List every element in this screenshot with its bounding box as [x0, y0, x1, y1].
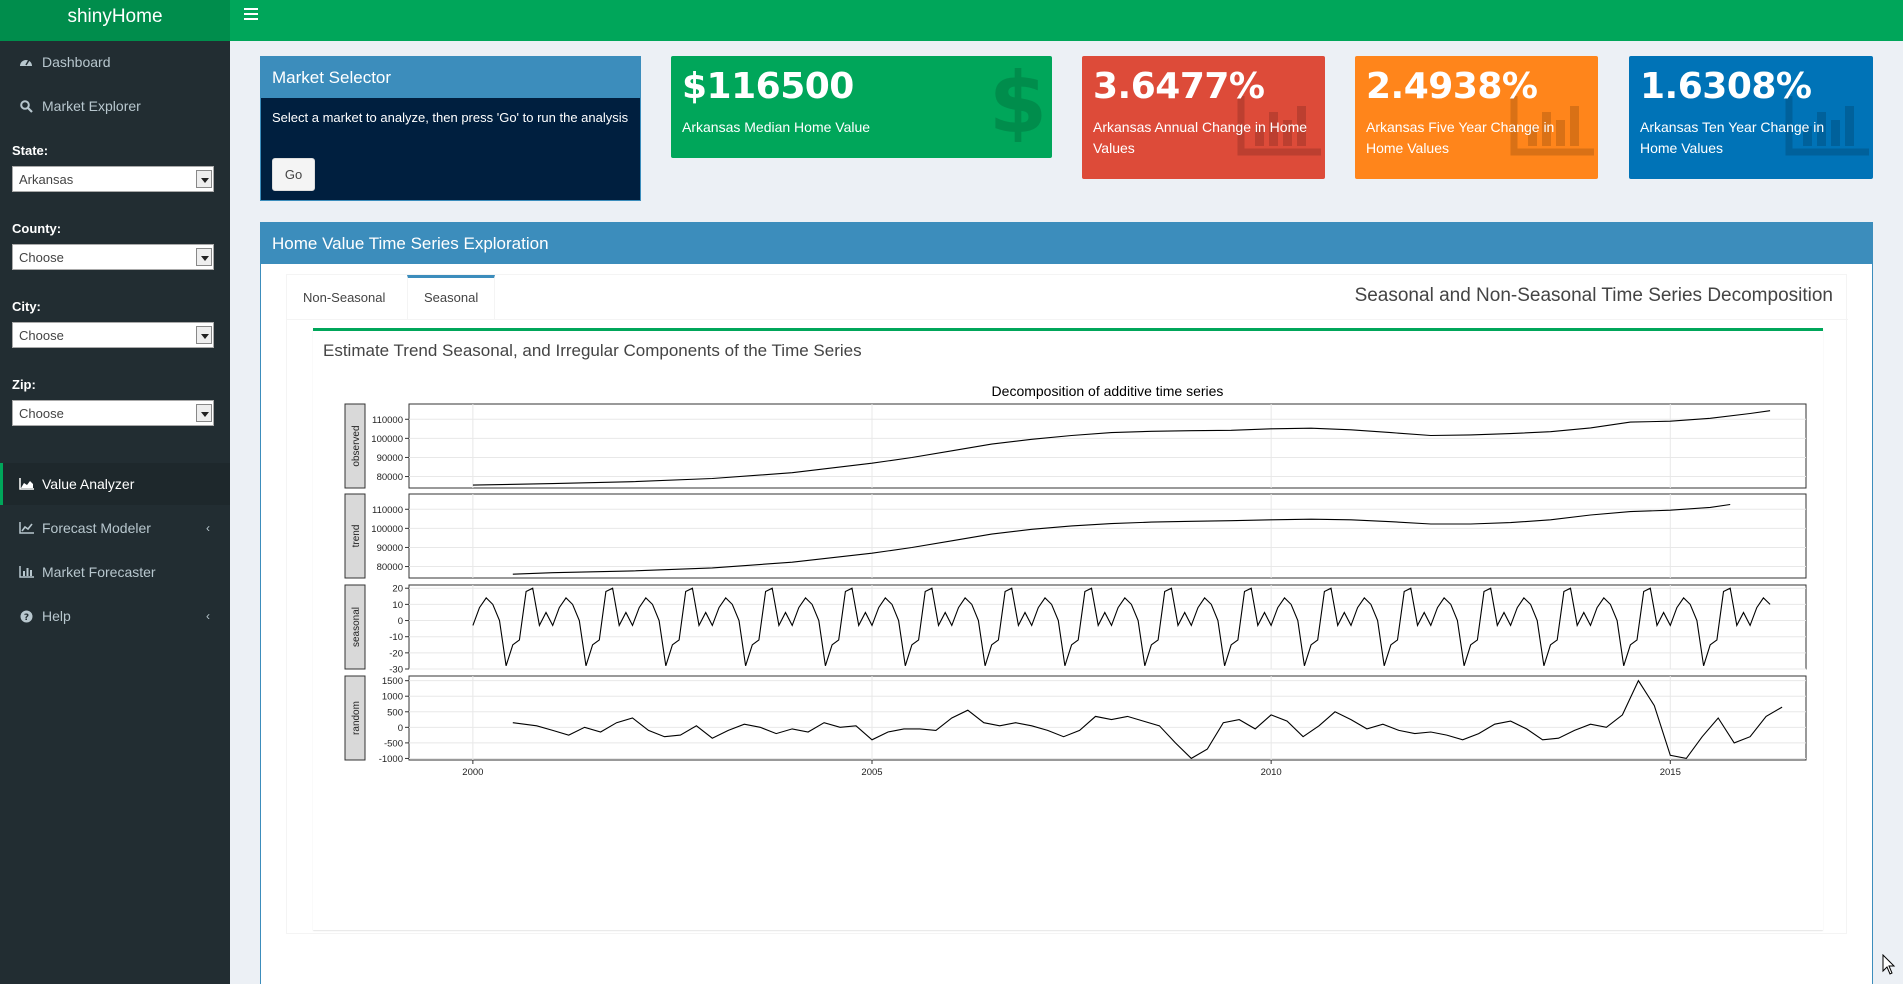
ten-year-change-box: 1.6308% Arkansas Ten Year Change in Home…: [1629, 56, 1873, 179]
dashboard-icon: [18, 54, 34, 70]
search-icon: [18, 98, 34, 114]
app-logo[interactable]: shinyHome: [0, 0, 230, 41]
chevron-down-icon: [196, 326, 212, 344]
chevron-down-icon: [196, 170, 212, 188]
tab-panel-title: Seasonal and Non-Seasonal Time Series De…: [1354, 285, 1833, 306]
tab-divider: [287, 319, 1848, 320]
chevron-down-icon: [196, 248, 212, 266]
decomposition-box: Estimate Trend Seasonal, and Irregular C…: [313, 328, 1823, 930]
chevron-left-icon: ‹: [206, 609, 210, 623]
sidebar-item-label: Market Explorer: [42, 98, 141, 114]
sidebar-item-market-explorer[interactable]: Market Explorer: [0, 85, 230, 127]
sidebar-item-label: Help: [42, 608, 71, 624]
bar-chart-icon: [18, 564, 34, 580]
sidebar-item-label: Forecast Modeler: [42, 520, 151, 536]
top-navbar: shinyHome: [0, 0, 1903, 41]
decomposition-title: Estimate Trend Seasonal, and Irregular C…: [323, 341, 862, 360]
sidebar-item-market-forecaster[interactable]: Market Forecaster: [0, 551, 230, 593]
annual-change-label: Arkansas Annual Change in Home Values: [1093, 119, 1308, 156]
exploration-title: Home Value Time Series Exploration: [261, 223, 1872, 264]
median-home-value: $116500: [682, 66, 854, 107]
market-selector-box: Market Selector Select a market to analy…: [260, 56, 641, 201]
mouse-cursor-icon: [1882, 953, 1896, 981]
county-label: County:: [12, 221, 62, 236]
zip-label: Zip:: [12, 377, 36, 392]
svg-text:?: ?: [23, 613, 28, 623]
state-label: State:: [12, 143, 49, 158]
tab-non-seasonal[interactable]: Non-Seasonal: [287, 275, 401, 319]
city-label: City:: [12, 299, 41, 314]
go-button[interactable]: Go: [272, 158, 315, 191]
tab-panel: Non-Seasonal Seasonal Seasonal and Non-S…: [286, 274, 1848, 934]
median-home-value-label: Arkansas Median Home Value: [682, 119, 871, 135]
market-selector-instructions: Select a market to analyze, then press '…: [272, 110, 629, 125]
question-circle-icon: ?: [18, 608, 34, 624]
line-chart-icon: [18, 520, 34, 536]
five-year-change-value: 2.4938%: [1366, 66, 1538, 107]
tab-seasonal[interactable]: Seasonal: [407, 275, 496, 319]
sidebar-item-help[interactable]: ? Help ‹: [0, 595, 230, 637]
annual-change-box: 3.6477% Arkansas Annual Change in Home V…: [1082, 56, 1325, 179]
svg-text:$: $: [990, 62, 1046, 142]
county-select[interactable]: Choose: [12, 244, 214, 270]
zip-select[interactable]: Choose: [12, 400, 214, 426]
five-year-change-box: 2.4938% Arkansas Five Year Change in Hom…: [1355, 56, 1598, 179]
chevron-left-icon: ‹: [206, 521, 210, 535]
ten-year-change-label: Arkansas Ten Year Change in Home Values: [1640, 119, 1825, 156]
annual-change-value: 3.6477%: [1093, 66, 1265, 107]
sidebar-item-forecast-modeler[interactable]: Forecast Modeler ‹: [0, 507, 230, 549]
chevron-down-icon: [196, 404, 212, 422]
market-selector-title: Market Selector: [261, 57, 640, 98]
area-chart-icon: [18, 476, 34, 492]
sidebar-item-label: Value Analyzer: [42, 476, 135, 492]
ten-year-change-value: 1.6308%: [1640, 66, 1812, 107]
sidebar-toggle-icon[interactable]: [244, 8, 258, 22]
sidebar: Dashboard Market Explorer State: Arkansa…: [0, 41, 230, 984]
five-year-change-label: Arkansas Five Year Change in Home Values: [1366, 119, 1555, 156]
dollar-icon: $: [989, 56, 1047, 152]
time-series-exploration-box: Home Value Time Series Exploration Non-S…: [260, 222, 1873, 984]
sidebar-item-dashboard[interactable]: Dashboard: [0, 41, 230, 83]
sidebar-item-label: Market Forecaster: [42, 564, 156, 580]
state-select[interactable]: Arkansas: [12, 166, 214, 192]
sidebar-item-value-analyzer[interactable]: Value Analyzer: [0, 463, 230, 505]
sidebar-item-label: Dashboard: [42, 54, 111, 70]
city-select[interactable]: Choose: [12, 322, 214, 348]
median-home-value-box: $ $116500 Arkansas Median Home Value: [671, 56, 1052, 158]
